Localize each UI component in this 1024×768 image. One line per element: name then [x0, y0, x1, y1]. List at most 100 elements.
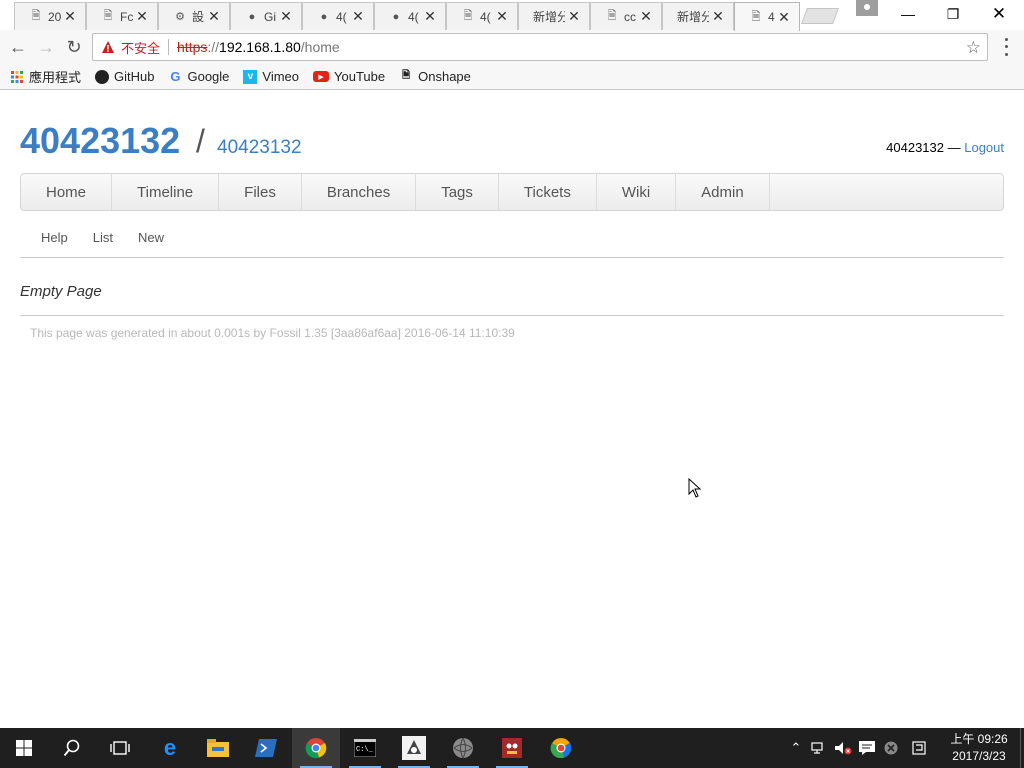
browser-tab[interactable]: 🗎 20 ✕ — [14, 2, 86, 30]
gear-icon: ⚙ — [175, 11, 185, 23]
close-icon[interactable]: ✕ — [639, 8, 653, 25]
profile-icon[interactable] — [856, 0, 878, 16]
browser-tab[interactable]: ● 4( ✕ — [302, 2, 374, 30]
menu-tickets[interactable]: Tickets — [499, 174, 597, 210]
address-divider — [168, 39, 170, 55]
close-icon[interactable]: ✕ — [63, 8, 77, 25]
close-window-icon[interactable]: ✕ — [976, 0, 1022, 28]
submenu-list[interactable]: List — [93, 230, 113, 245]
forward-arrow-icon[interactable]: → — [34, 35, 58, 59]
menu-wiki[interactable]: Wiki — [597, 174, 677, 210]
submenu-help[interactable]: Help — [41, 230, 68, 245]
page-title: 40423132 — [217, 137, 302, 158]
command-prompt-icon[interactable]: C:\_ — [341, 728, 389, 768]
search-icon[interactable] — [48, 728, 96, 768]
powershell-icon[interactable] — [242, 728, 290, 768]
tab-title: 新增分 — [533, 10, 565, 24]
tab-title: 4( — [768, 10, 775, 24]
show-desktop-button[interactable] — [1020, 728, 1024, 768]
browser-tab[interactable]: ● 4( ✕ — [374, 2, 446, 30]
title-separator: / — [196, 123, 205, 159]
close-icon[interactable]: ✕ — [777, 9, 791, 26]
close-icon[interactable]: ✕ — [711, 8, 725, 25]
bookmark-star-icon[interactable]: ☆ — [966, 38, 981, 58]
tux-app-icon[interactable] — [488, 728, 536, 768]
close-icon[interactable]: ✕ — [423, 8, 437, 25]
page-footer: This page was generated in about 0.001s … — [30, 326, 515, 340]
menu-timeline[interactable]: Timeline — [112, 174, 220, 210]
tab-title: 4( — [480, 9, 491, 24]
tab-title: cc — [624, 9, 636, 24]
close-icon[interactable]: ✕ — [351, 8, 365, 25]
address-bar[interactable]: 不安全 https://192.168.1.80/home ☆ — [92, 33, 988, 61]
sphere-app-icon[interactable] — [439, 728, 487, 768]
divider — [20, 315, 1004, 316]
bookmark-label: Google — [187, 69, 230, 84]
chrome-canary-icon[interactable] — [537, 728, 585, 768]
edge-icon[interactable]: e — [146, 728, 194, 768]
menu-branches[interactable]: Branches — [302, 174, 417, 210]
browser-tab[interactable]: 🗎 cc ✕ — [590, 2, 662, 30]
bookmark-vimeo[interactable]: v Vimeo — [243, 69, 299, 84]
inkscape-icon[interactable] — [390, 728, 438, 768]
close-circle-icon[interactable] — [880, 728, 902, 768]
browser-tab[interactable]: 新增分 ✕ — [518, 2, 590, 30]
network-icon[interactable] — [808, 728, 830, 768]
new-tab-button[interactable] — [801, 8, 839, 24]
volume-muted-icon[interactable] — [832, 728, 854, 768]
browser-tab[interactable]: 🗎 Fc ✕ — [86, 2, 158, 30]
close-icon[interactable]: ✕ — [279, 8, 293, 25]
url-path: /home — [300, 39, 340, 55]
bookmark-label: 應用程式 — [29, 70, 82, 85]
restore-icon[interactable]: ❐ — [930, 0, 976, 28]
bookmark-onshape[interactable]: 🗎 Onshape — [399, 69, 471, 84]
input-method-icon[interactable] — [908, 728, 930, 768]
chrome-taskbar-icon[interactable] — [292, 728, 340, 768]
browser-tab[interactable]: ● Gi ✕ — [230, 2, 302, 30]
reload-icon[interactable]: ↻ — [62, 35, 86, 59]
bookmark-label: GitHub — [114, 69, 155, 84]
vimeo-icon: v — [243, 69, 258, 84]
login-separator: — — [944, 140, 965, 155]
web-page: 40423132 / 40423132 40423132 — Logout Ho… — [0, 90, 1024, 728]
browser-tab[interactable]: 🗎 4( ✕ — [446, 2, 518, 30]
logout-link[interactable]: Logout — [964, 140, 1004, 155]
bookmark-youtube[interactable]: ▶ YouTube — [313, 69, 385, 84]
browser-tab-active[interactable]: 🗎 4( ✕ — [734, 2, 800, 31]
task-view-icon[interactable] — [96, 728, 144, 768]
file-explorer-icon[interactable] — [194, 728, 242, 768]
taskbar-clock[interactable]: 上午 09:26 2017/3/23 — [940, 731, 1018, 765]
chevron-up-icon[interactable]: ⌃ — [786, 728, 806, 768]
close-icon[interactable]: ✕ — [135, 8, 149, 25]
taskbar: e C:\_ ⌃ 上午 09:26 2017/3/23 — [0, 728, 1024, 768]
close-icon[interactable]: ✕ — [567, 8, 581, 25]
bookmark-label: YouTube — [334, 69, 386, 84]
tab-title: 4( — [408, 9, 419, 24]
bookmark-google[interactable]: G Google — [168, 69, 229, 84]
bookmark-github[interactable]: GitHub — [95, 69, 154, 84]
project-name-link[interactable]: 40423132 — [20, 120, 180, 162]
browser-tab[interactable]: ⚙ 設 ✕ — [158, 2, 230, 30]
message-icon[interactable] — [856, 728, 878, 768]
menu-files[interactable]: Files — [219, 174, 302, 210]
login-info: 40423132 — Logout — [886, 140, 1004, 155]
browser-menu-icon[interactable] — [998, 36, 1014, 58]
menu-home[interactable]: Home — [21, 174, 113, 210]
bookmark-apps[interactable]: 應用程式 — [10, 67, 81, 86]
url-scheme: https — [177, 39, 208, 55]
tab-title: 新增分 — [677, 10, 709, 24]
close-icon[interactable]: ✕ — [207, 8, 221, 25]
submenu-new[interactable]: New — [138, 230, 164, 245]
tab-strip: 🗎 20 ✕ 🗎 Fc ✕ ⚙ 設 ✕ ● Gi ✕ ● 4( ✕ ● 4( ✕… — [0, 0, 1024, 31]
windows-start-icon[interactable] — [0, 728, 48, 768]
minimize-icon[interactable]: — — [885, 0, 931, 28]
security-label[interactable]: 不安全 — [121, 38, 160, 57]
back-arrow-icon[interactable]: ← — [6, 35, 30, 59]
menu-tags[interactable]: Tags — [416, 174, 499, 210]
close-icon[interactable]: ✕ — [495, 8, 509, 25]
browser-tab[interactable]: 新增分 ✕ — [662, 2, 734, 30]
warning-icon[interactable] — [101, 40, 115, 54]
login-user: 40423132 — [886, 140, 944, 155]
menu-admin[interactable]: Admin — [676, 174, 770, 210]
sub-menu: Help List New — [20, 230, 168, 245]
